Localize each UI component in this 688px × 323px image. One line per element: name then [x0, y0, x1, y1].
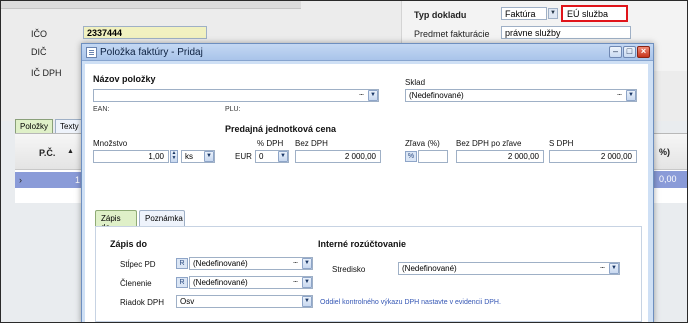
sklad-select[interactable]: (Nedefinované)	[405, 89, 637, 102]
s-dph-field: 2 000,00	[549, 150, 637, 163]
grid-pct-column: %) 0,00	[653, 133, 687, 203]
stlpec-pd-label: Stĺpec PD	[120, 260, 156, 269]
ean-label: EAN:	[93, 106, 110, 113]
chevron-down-icon[interactable]: ▼	[204, 151, 214, 162]
typ-dokladu-label: Typ dokladu	[414, 10, 467, 20]
filter-icon[interactable]: R	[176, 258, 188, 269]
stredisko-label: Stredisko	[332, 265, 366, 274]
s-dph-label: S DPH	[549, 139, 574, 148]
tab-zapis-do[interactable]: Zápis do	[95, 210, 137, 232]
document-icon	[86, 47, 97, 58]
riadok-dph-select[interactable]: Osv	[176, 295, 313, 308]
row-cell-pc: 1	[75, 175, 81, 185]
close-button[interactable]: ×	[637, 46, 650, 58]
chevron-down-icon[interactable]: ▼	[278, 151, 288, 162]
bez-dph-input[interactable]: 2 000,00	[295, 150, 381, 163]
dialog-titlebar[interactable]: Položka faktúry - Pridaj – □ ×	[82, 44, 653, 61]
typ-dokladu-field[interactable]: Faktúra	[501, 7, 547, 20]
row-pointer-icon: ›	[19, 175, 22, 185]
tab-poznamka[interactable]: Poznámka	[139, 210, 185, 226]
chevron-down-icon[interactable]: ▼	[302, 258, 312, 269]
predmet-label: Predmet fakturácie	[414, 29, 490, 39]
bez-dph-label: Bez DPH	[295, 139, 328, 148]
screenshot-frame: IČO 2337444 DIČ IČ DPH Typ dokladu Faktú…	[0, 0, 688, 323]
ico-field[interactable]: 2337444	[83, 26, 207, 39]
sort-icon: ▲	[67, 148, 74, 155]
chevron-down-icon[interactable]: ▼	[609, 263, 619, 274]
zapis-do-panel: Zápis do Interné rozúčtovanie Stĺpec PD …	[95, 226, 642, 322]
ico-label: IČO	[31, 29, 48, 39]
highlight-box	[561, 5, 628, 22]
minimize-button[interactable]: –	[609, 46, 622, 58]
bez-dph-po-zlave-label: Bez DPH po zľave	[456, 139, 522, 148]
clenenie-label: Členenie	[120, 279, 152, 288]
sklad-label: Sklad	[405, 78, 426, 87]
dph-pct-label: % DPH	[257, 139, 284, 148]
maximize-button[interactable]: □	[623, 46, 636, 58]
predmet-field[interactable]: právne služby	[501, 26, 631, 39]
percent-button[interactable]: %	[405, 151, 417, 162]
grid-pct-header: %)	[659, 147, 670, 157]
tab-polozky[interactable]: Položky	[15, 119, 53, 133]
ellipsis-icon[interactable]: ...	[614, 88, 624, 101]
zlava-input[interactable]	[418, 150, 448, 163]
ellipsis-icon[interactable]: ...	[597, 261, 607, 274]
ellipsis-icon[interactable]: ...	[290, 256, 300, 269]
nazov-label: Názov položky	[93, 74, 156, 84]
kontrolny-vykaz-note: Oddiel kontrolného výkazu DPH nastavte v…	[320, 299, 501, 306]
quantity-stepper[interactable]: ▲ ▼	[170, 150, 178, 163]
grid-pct-value: 0,00	[659, 174, 677, 184]
chevron-down-icon[interactable]: ▼	[302, 296, 312, 307]
chevron-down-icon[interactable]: ▼	[368, 90, 378, 101]
interne-header: Interné rozúčtovanie	[318, 239, 407, 249]
zapis-do-header: Zápis do	[110, 239, 148, 249]
grid-col-pc[interactable]: P.Č.	[39, 148, 55, 158]
mnozstvo-input[interactable]: 1,00	[93, 150, 169, 163]
dic-label: DIČ	[31, 47, 47, 57]
ic-dph-label: IČ DPH	[31, 68, 62, 78]
background-toolbar	[1, 1, 301, 9]
nazov-input[interactable]	[93, 89, 379, 102]
zlava-label: Zľava (%)	[405, 139, 440, 148]
bez-dph-po-zlave-field: 2 000,00	[456, 150, 544, 163]
predajna-cena-label: Predajná jednotková cena	[225, 124, 337, 134]
dialog-title: Položka faktúry - Pridaj	[100, 47, 203, 58]
mena-label: EUR	[235, 152, 252, 161]
stredisko-select[interactable]: (Nedefinované)	[398, 262, 620, 275]
filter-icon[interactable]: R	[176, 277, 188, 288]
ellipsis-icon[interactable]: ...	[290, 275, 300, 288]
riadok-dph-label: Riadok DPH	[120, 298, 165, 307]
dialog-body: Názov položky ... ▼ EAN: PLU: Sklad (Ned…	[85, 64, 648, 322]
mnozstvo-label: Množstvo	[93, 139, 128, 148]
chevron-down-icon[interactable]: ▼	[302, 277, 312, 288]
plu-label: PLU:	[225, 106, 241, 113]
chevron-down-icon[interactable]: ▼	[626, 90, 636, 101]
chevron-down-icon[interactable]: ▼	[548, 8, 558, 19]
polozka-dialog: Položka faktúry - Pridaj – □ × Názov pol…	[81, 43, 654, 322]
ellipsis-icon[interactable]: ...	[356, 88, 366, 101]
